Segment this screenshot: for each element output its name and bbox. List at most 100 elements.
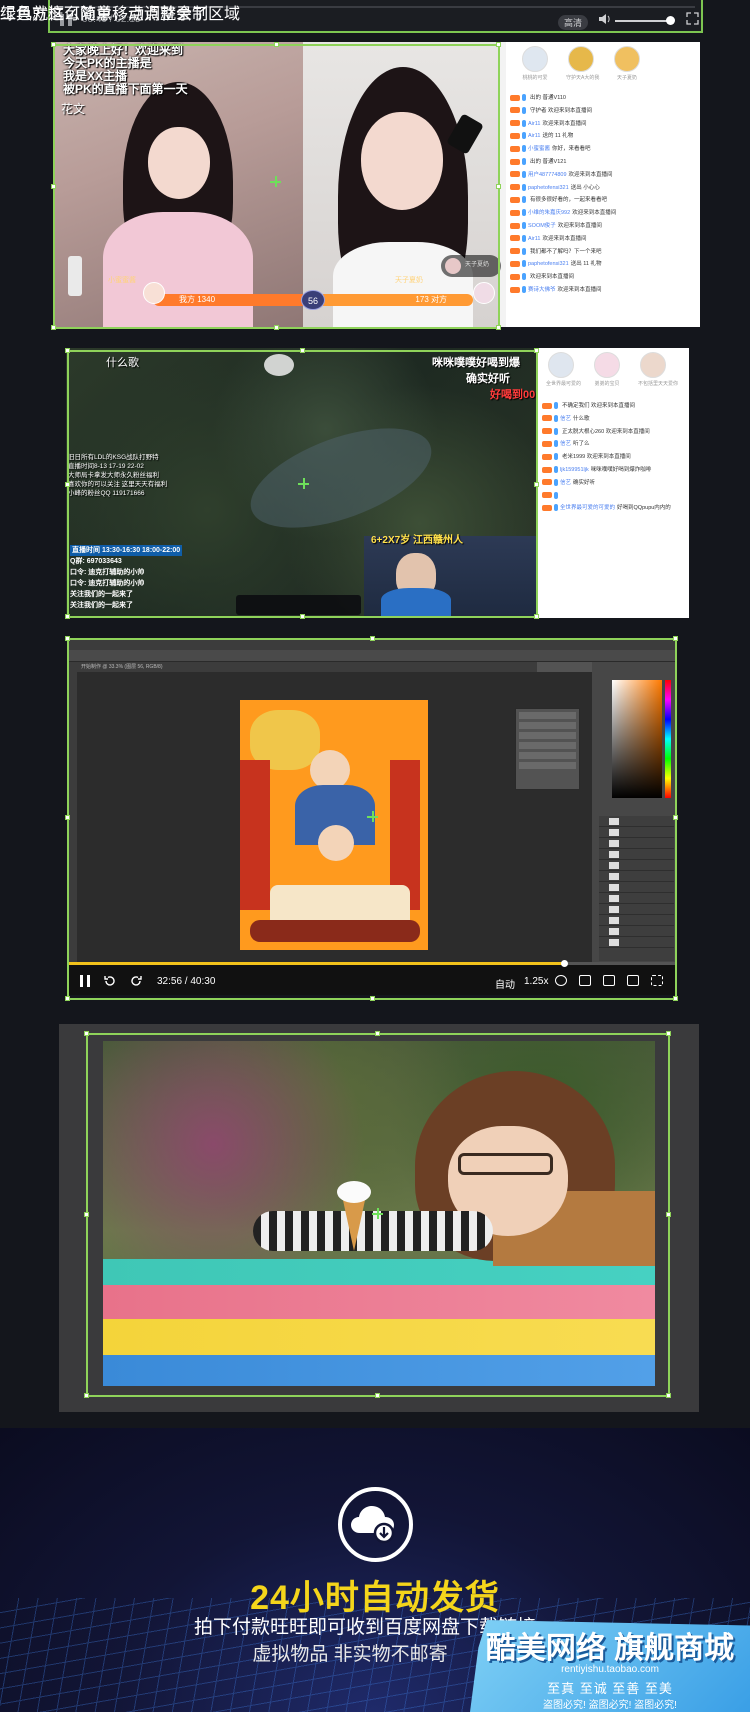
- resize-handle[interactable]: [65, 614, 70, 619]
- fan-avatar[interactable]: 天子夏奶: [612, 46, 642, 81]
- fan-avatar[interactable]: 守护天A大的我: [566, 46, 599, 81]
- resize-handle[interactable]: [534, 614, 539, 619]
- chat-username[interactable]: 信艺: [560, 416, 571, 422]
- resize-handle[interactable]: [274, 42, 279, 47]
- fan-badge-icon: [554, 427, 558, 435]
- resize-handle[interactable]: [666, 1393, 671, 1398]
- pk-score-right: 173 对方: [323, 294, 473, 306]
- ps-hue-slider[interactable]: [665, 680, 671, 798]
- volume-knob[interactable]: [666, 16, 675, 25]
- speed-button[interactable]: 1.25x: [524, 976, 548, 987]
- ps-document-tab[interactable]: 开始制作 @ 33.3% (图层 56, RGB/8): [77, 662, 537, 672]
- volume-icon[interactable]: [598, 13, 612, 25]
- info-line: 旧日所有LDL的KSG战队打野特: [68, 454, 159, 461]
- auto-quality-button[interactable]: 自动: [495, 976, 515, 991]
- chat-message: 赛诗大佛爷 欢迎来到本直播间: [510, 284, 698, 297]
- fan-avatar[interactable]: 不包括里天天爱你: [638, 352, 678, 387]
- resize-handle[interactable]: [673, 636, 678, 641]
- resize-handle[interactable]: [673, 996, 678, 1001]
- resize-handle[interactable]: [84, 1031, 89, 1036]
- level-badge-icon: [542, 492, 552, 499]
- forward-icon[interactable]: [129, 974, 143, 988]
- chat-username[interactable]: Air11: [528, 121, 540, 127]
- resize-handle[interactable]: [51, 184, 56, 189]
- resize-handle[interactable]: [65, 996, 70, 1001]
- chat-username[interactable]: 赛诗大佛爷: [528, 287, 556, 293]
- resize-handle[interactable]: [666, 1031, 671, 1036]
- chat-username[interactable]: 小蜜蜜酱: [528, 146, 550, 152]
- chat-username[interactable]: 信艺: [560, 441, 571, 447]
- resize-handle[interactable]: [65, 348, 70, 353]
- quality-button[interactable]: 高清: [558, 15, 589, 30]
- resize-handle[interactable]: [51, 325, 56, 330]
- resize-handle[interactable]: [496, 42, 501, 47]
- fullscreen-icon[interactable]: [686, 12, 699, 25]
- overlay-line: 被PK的直播下面第一天: [63, 82, 188, 96]
- subtitle-icon[interactable]: [555, 975, 567, 986]
- resize-handle[interactable]: [84, 1393, 89, 1398]
- game-hud: [236, 595, 361, 615]
- chat-username[interactable]: 信艺: [560, 480, 571, 486]
- fan-avatar[interactable]: 桃桃的可爱: [520, 46, 550, 81]
- resize-handle[interactable]: [375, 1393, 380, 1398]
- chat-text: 欢迎来到本直播间: [530, 274, 575, 281]
- rewind-icon[interactable]: [103, 974, 117, 988]
- chat-message: [542, 490, 688, 503]
- fan-badge-icon: [554, 440, 558, 448]
- resize-handle[interactable]: [274, 325, 279, 330]
- resize-handle[interactable]: [375, 1031, 380, 1036]
- stream-info-text: 旧日所有LDL的KSG战队打野特 直播时间8-13 17-19 22-02 大师…: [68, 453, 167, 498]
- chat-username[interactable]: ljk159951ljk: [560, 467, 589, 473]
- ps-floating-panel[interactable]: [515, 708, 580, 790]
- resize-handle[interactable]: [65, 815, 70, 820]
- web-fullscreen-icon[interactable]: [627, 975, 639, 986]
- chat-username[interactable]: Air11: [528, 133, 540, 139]
- ps-options-bar[interactable]: [67, 650, 677, 662]
- fan-badge-icon: [522, 132, 526, 140]
- resize-handle[interactable]: [51, 42, 56, 47]
- ps-color-picker[interactable]: [612, 680, 662, 798]
- chat-message: SOOM俊子 欢迎来到本直播间: [510, 220, 698, 233]
- volume-slider[interactable]: [615, 20, 670, 22]
- resize-handle[interactable]: [534, 348, 539, 353]
- picture-in-picture-icon[interactable]: [579, 975, 591, 986]
- fan-avatar[interactable]: 全世界最可爱的: [546, 352, 581, 387]
- resize-handle[interactable]: [370, 636, 375, 641]
- resize-handle[interactable]: [300, 614, 305, 619]
- chat-username[interactable]: paphetofensi321: [528, 185, 569, 191]
- info-line: 喜欢你的可以关注 这里天天有福利: [68, 481, 168, 488]
- pause-icon[interactable]: [79, 975, 91, 987]
- level-badge-icon: [510, 209, 520, 216]
- chat-username[interactable]: 全世界最可爱的可爱的: [560, 505, 615, 511]
- chat-username[interactable]: SOOM俊子: [528, 223, 556, 229]
- resize-handle[interactable]: [534, 482, 539, 487]
- resize-handle[interactable]: [370, 996, 375, 1001]
- fan-avatar[interactable]: 弟弟的宝贝: [592, 352, 622, 387]
- ps-layers-panel[interactable]: [599, 816, 674, 961]
- resize-handle[interactable]: [666, 1212, 671, 1217]
- ps-tools-panel[interactable]: [67, 662, 77, 962]
- chat-message: 全世界最可爱的可爱的 好喝到QQpupu内内的: [542, 502, 688, 515]
- chat-username[interactable]: paphetofensi321: [528, 261, 569, 267]
- resize-handle[interactable]: [84, 1212, 89, 1217]
- chat-username[interactable]: 用户487774809: [528, 172, 567, 178]
- resize-handle[interactable]: [65, 636, 70, 641]
- playback-progress-knob[interactable]: [561, 960, 569, 967]
- resize-handle[interactable]: [673, 815, 678, 820]
- chat-username[interactable]: Air11: [528, 236, 540, 242]
- chat-username[interactable]: 小维的朱嘉庆992: [528, 210, 570, 216]
- screenshot-icon[interactable]: [603, 975, 615, 986]
- bench-illustration: [250, 920, 420, 942]
- chat-message: 出的 普通V110: [510, 92, 698, 105]
- resize-handle[interactable]: [65, 482, 70, 487]
- host-left-avatar[interactable]: [143, 282, 165, 304]
- resize-handle[interactable]: [300, 348, 305, 353]
- resize-handle[interactable]: [496, 184, 501, 189]
- chat-message: Air11 送的 11 礼物: [510, 130, 698, 143]
- info-line: 大师局卡拿发大师永久粉丝福利: [68, 472, 159, 479]
- resize-handle[interactable]: [496, 325, 501, 330]
- host-left-name: 小蜜蜜酱: [108, 277, 136, 284]
- chat-text: 出的 普通V110: [530, 95, 566, 101]
- fullscreen-icon[interactable]: [651, 975, 663, 986]
- host-right-avatar[interactable]: [473, 282, 495, 304]
